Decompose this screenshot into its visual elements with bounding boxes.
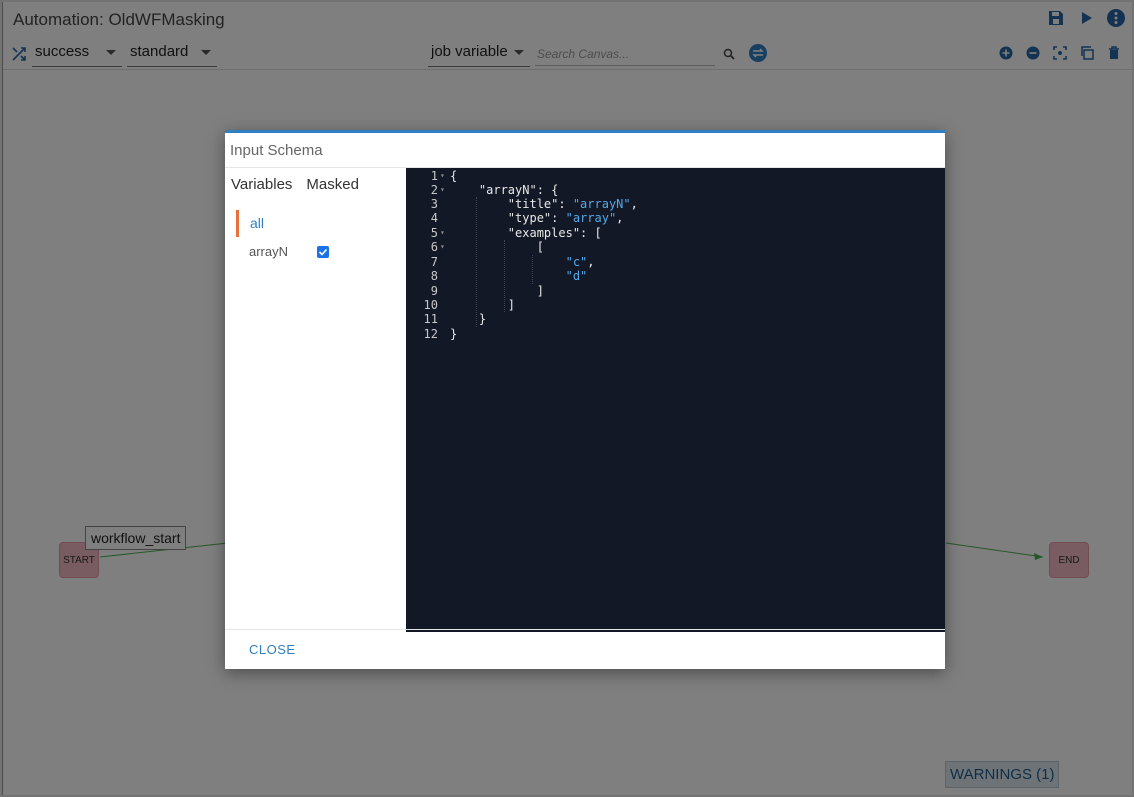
fold-arrow-icon[interactable]: ▾ (440, 240, 445, 254)
variables-header: Variables Masked (231, 176, 359, 193)
variable-item-all[interactable]: all (236, 210, 396, 237)
line-gutter: 1 ▾ 2 ▾ 3 4 5 ▾ 6 ▾ 7 8 9 10 11 12 (406, 168, 446, 632)
fold-arrow-icon[interactable]: ▾ (440, 183, 445, 197)
line-number: 7 (430, 255, 438, 269)
line-number: 4 (430, 211, 438, 225)
input-schema-dialog: Input Schema Variables Masked all arrayN… (225, 130, 945, 669)
code-line: "examples": [ (450, 226, 602, 240)
dialog-title: Input Schema (225, 133, 945, 168)
code-line: ] (450, 298, 516, 312)
code-line: "title": "arrayN", (450, 197, 638, 211)
masked-checkbox[interactable] (317, 246, 329, 258)
variables-column-header: Variables (231, 176, 293, 193)
dialog-footer: CLOSE (225, 629, 945, 669)
code-line: } (450, 312, 487, 326)
code-content[interactable]: { "arrayN": { "title": "arrayN", "type":… (450, 168, 945, 632)
line-number: 9 (430, 284, 438, 298)
code-line: "arrayN": { (450, 183, 559, 197)
code-line: "c", (565, 255, 595, 269)
dialog-body: Variables Masked all arrayN 1 ▾ 2 ▾ 3 4 5 ▾… (225, 168, 945, 632)
code-line: { (450, 169, 458, 183)
line-number: 3 (430, 197, 438, 211)
close-button[interactable]: CLOSE (249, 642, 296, 657)
fold-arrow-icon[interactable]: ▾ (440, 169, 445, 183)
code-line: "d" (565, 269, 588, 283)
line-number: 12 (423, 327, 438, 341)
variable-item-label: all (250, 215, 265, 231)
line-number: 6 (430, 240, 438, 254)
code-line: [ (450, 240, 544, 254)
code-line: "type": "array", (450, 211, 624, 225)
code-line: ] (450, 284, 544, 298)
line-number: 2 (430, 183, 438, 197)
line-number: 8 (430, 269, 438, 283)
line-number: 5 (430, 226, 438, 240)
line-number: 11 (423, 312, 438, 326)
variable-item-arrayn[interactable]: arrayN (237, 243, 397, 263)
fold-arrow-icon[interactable]: ▾ (440, 226, 445, 240)
line-number: 1 (430, 169, 438, 183)
masked-column-header: Masked (306, 176, 359, 193)
variable-item-label: arrayN (249, 244, 289, 259)
line-number: 10 (423, 298, 438, 312)
schema-code-editor[interactable]: 1 ▾ 2 ▾ 3 4 5 ▾ 6 ▾ 7 8 9 10 11 12 { "arrayN… (406, 168, 945, 632)
variables-panel: Variables Masked all arrayN (225, 168, 406, 632)
code-line: } (450, 327, 458, 341)
